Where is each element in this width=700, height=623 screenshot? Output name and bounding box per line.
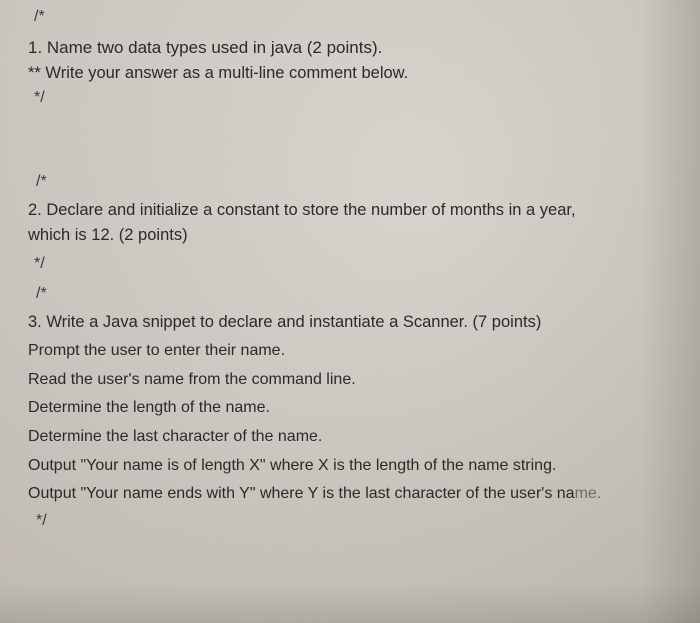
spacer — [28, 111, 672, 173]
q1-comment-open: /* — [34, 8, 672, 26]
q3-comment-close: */ — [36, 512, 672, 530]
q3-line: Prompt the user to enter their name. — [28, 340, 672, 362]
q2-title: 2. Declare and initialize a constant to … — [28, 201, 672, 220]
q2-comment-open: /* — [36, 173, 672, 191]
question-2: 2. Declare and initialize a constant to … — [28, 201, 672, 273]
q3-line: Read the user's name from the command li… — [28, 369, 672, 391]
q3-comment-open: /* — [36, 285, 672, 303]
question-3: 3. Write a Java snippet to declare and i… — [28, 311, 672, 530]
q3-line: Determine the length of the name. — [28, 397, 672, 419]
q2-comment-close: */ — [34, 255, 672, 273]
question-1: 1. Name two data types used in java (2 p… — [28, 38, 672, 107]
q3-line: Output "Your name is of length X" where … — [28, 455, 672, 477]
q3-title: 3. Write a Java snippet to declare and i… — [28, 311, 672, 333]
vignette-bottom — [0, 583, 700, 623]
q3-line7-main: Output "Your name ends with Y" where Y i… — [28, 485, 575, 502]
q1-comment-close: */ — [34, 89, 672, 107]
q3-line: Output "Your name ends with Y" where Y i… — [28, 483, 672, 505]
spacer — [28, 273, 672, 285]
q1-instruction: ** Write your answer as a multi-line com… — [28, 64, 672, 83]
document-content: /* 1. Name two data types used in java (… — [28, 8, 672, 530]
q2-sub: which is 12. (2 points) — [28, 226, 672, 245]
q1-title: 1. Name two data types used in java (2 p… — [28, 38, 672, 58]
q3-line: Determine the last character of the name… — [28, 426, 672, 448]
q3-line7-faded: me. — [575, 485, 602, 502]
